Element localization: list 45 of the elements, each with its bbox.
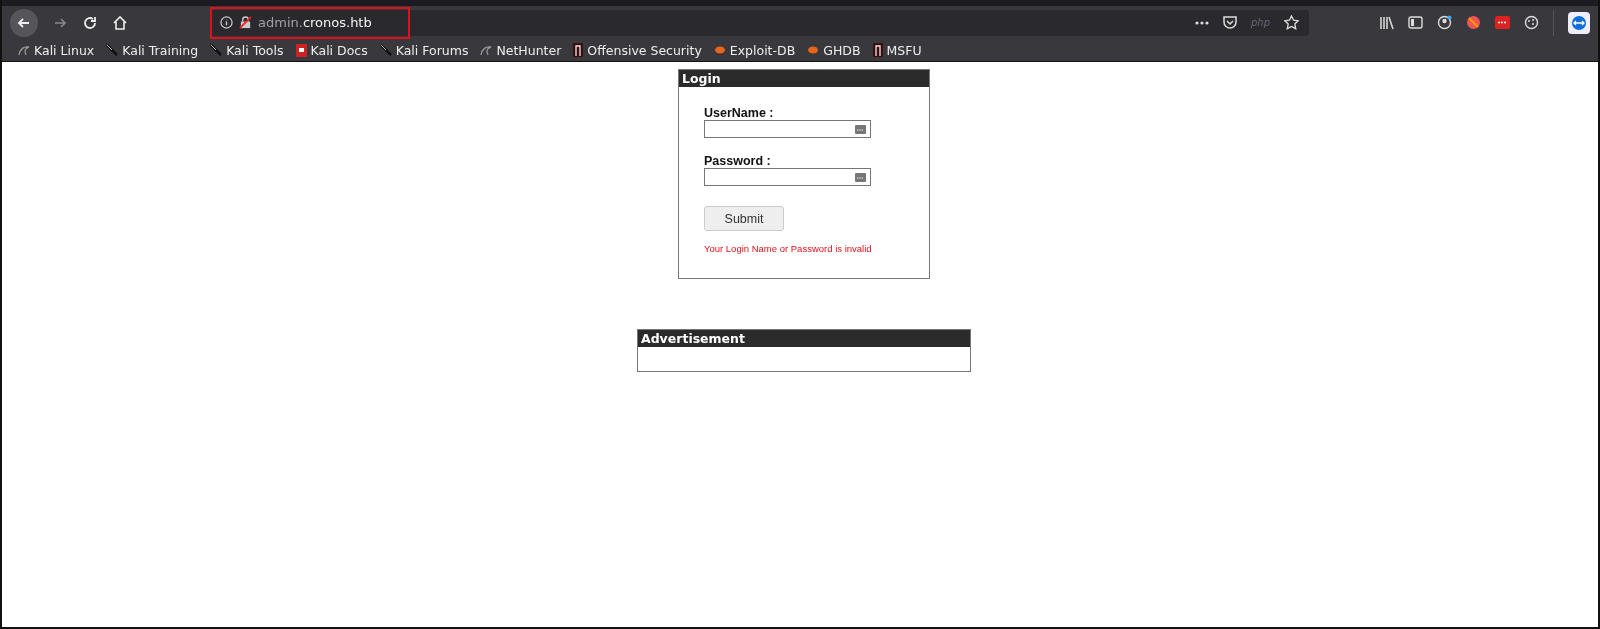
- input-field[interactable]: [704, 120, 871, 138]
- extension-icon[interactable]: [1495, 16, 1510, 29]
- bookmark-link[interactable]: Kali Training: [106, 42, 199, 58]
- bookmark-link[interactable]: Exploit-DB: [713, 42, 796, 58]
- bug-icon: [807, 45, 820, 55]
- tower-icon: [872, 43, 883, 57]
- dragon-icon: [18, 44, 30, 56]
- url-text: admin.cronos.htb: [258, 15, 372, 30]
- knife-icon: [379, 44, 392, 56]
- field-label: Password :: [704, 154, 772, 168]
- pocket-icon[interactable]: [1222, 16, 1237, 29]
- bookmark-link[interactable]: GHDB: [807, 42, 861, 58]
- bookmark-link[interactable]: NetHunter: [480, 42, 562, 58]
- insecure-lock-icon: [239, 16, 252, 29]
- bookmark-link[interactable]: Kali Docs: [295, 42, 368, 58]
- sidebar-icon[interactable]: [1408, 16, 1423, 29]
- library-icon[interactable]: [1379, 15, 1394, 30]
- dragon-icon: [480, 44, 493, 56]
- extension-icon[interactable]: [1466, 15, 1481, 30]
- tower-icon: [573, 43, 584, 57]
- bookmark-link[interactable]: MSFU: [872, 42, 922, 58]
- back-button[interactable]: [10, 8, 38, 37]
- knife-icon: [210, 44, 223, 56]
- bookmark-link[interactable]: Offensive Security: [573, 42, 702, 58]
- bookmark-link[interactable]: Kali Linux: [18, 42, 95, 58]
- address-bar[interactable]: admin.cronos.htb php: [210, 9, 1309, 36]
- bookmark-link[interactable]: Kali Tools: [210, 42, 284, 58]
- more-icon[interactable]: [1194, 20, 1209, 25]
- panel-title: Login: [679, 70, 929, 87]
- account-icon[interactable]: [1437, 15, 1452, 30]
- bookmark-star-icon[interactable]: [1284, 15, 1299, 30]
- panel-title: Advertisement: [638, 330, 970, 347]
- document-icon: [295, 43, 307, 57]
- bookmark-link[interactable]: Kali Forums: [379, 42, 469, 58]
- home-icon[interactable]: [112, 14, 128, 31]
- teamviewer-icon[interactable]: [1568, 11, 1590, 34]
- cookie-icon[interactable]: [1524, 15, 1539, 30]
- input-field[interactable]: [704, 168, 871, 186]
- reload-icon[interactable]: [82, 14, 98, 31]
- bug-icon: [713, 45, 726, 55]
- error-message: Your Login Name or Password is invalid: [704, 243, 873, 254]
- submit-button[interactable]: Submit: [704, 206, 784, 231]
- field-label: UserName :: [704, 106, 775, 120]
- knife-icon: [106, 44, 119, 56]
- info-icon[interactable]: [220, 16, 233, 29]
